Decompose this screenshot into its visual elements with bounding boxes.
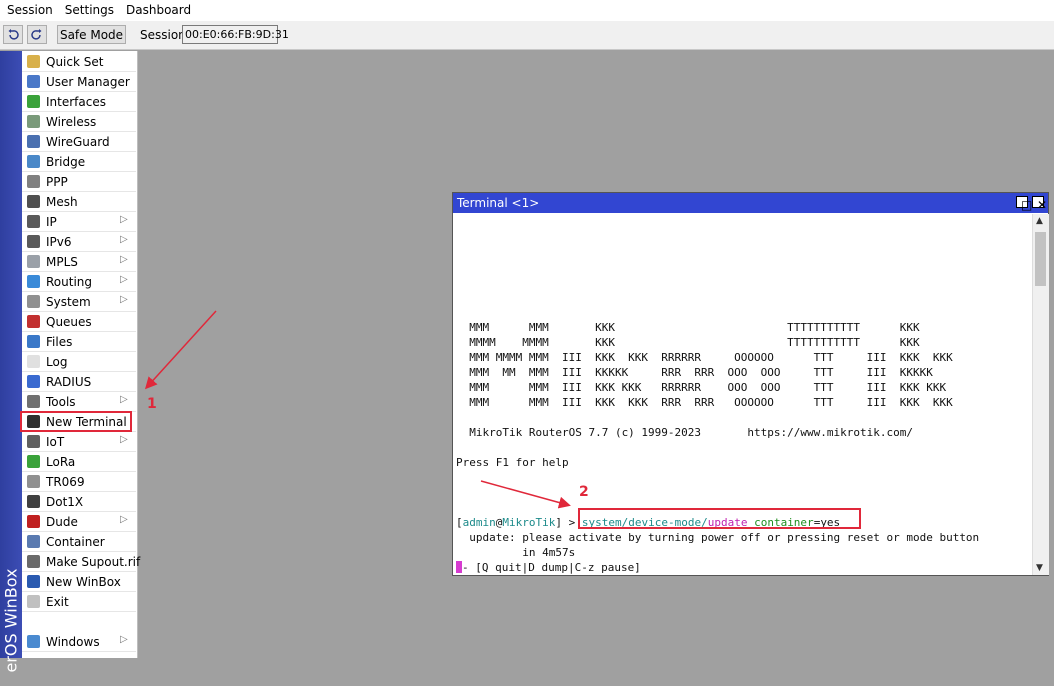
step-2-label: 2 [579, 484, 589, 500]
arrow-1 [144, 310, 217, 390]
arrow-2 [480, 480, 571, 509]
step-1-label: 1 [147, 396, 157, 412]
annotation-arrows [144, 310, 571, 509]
